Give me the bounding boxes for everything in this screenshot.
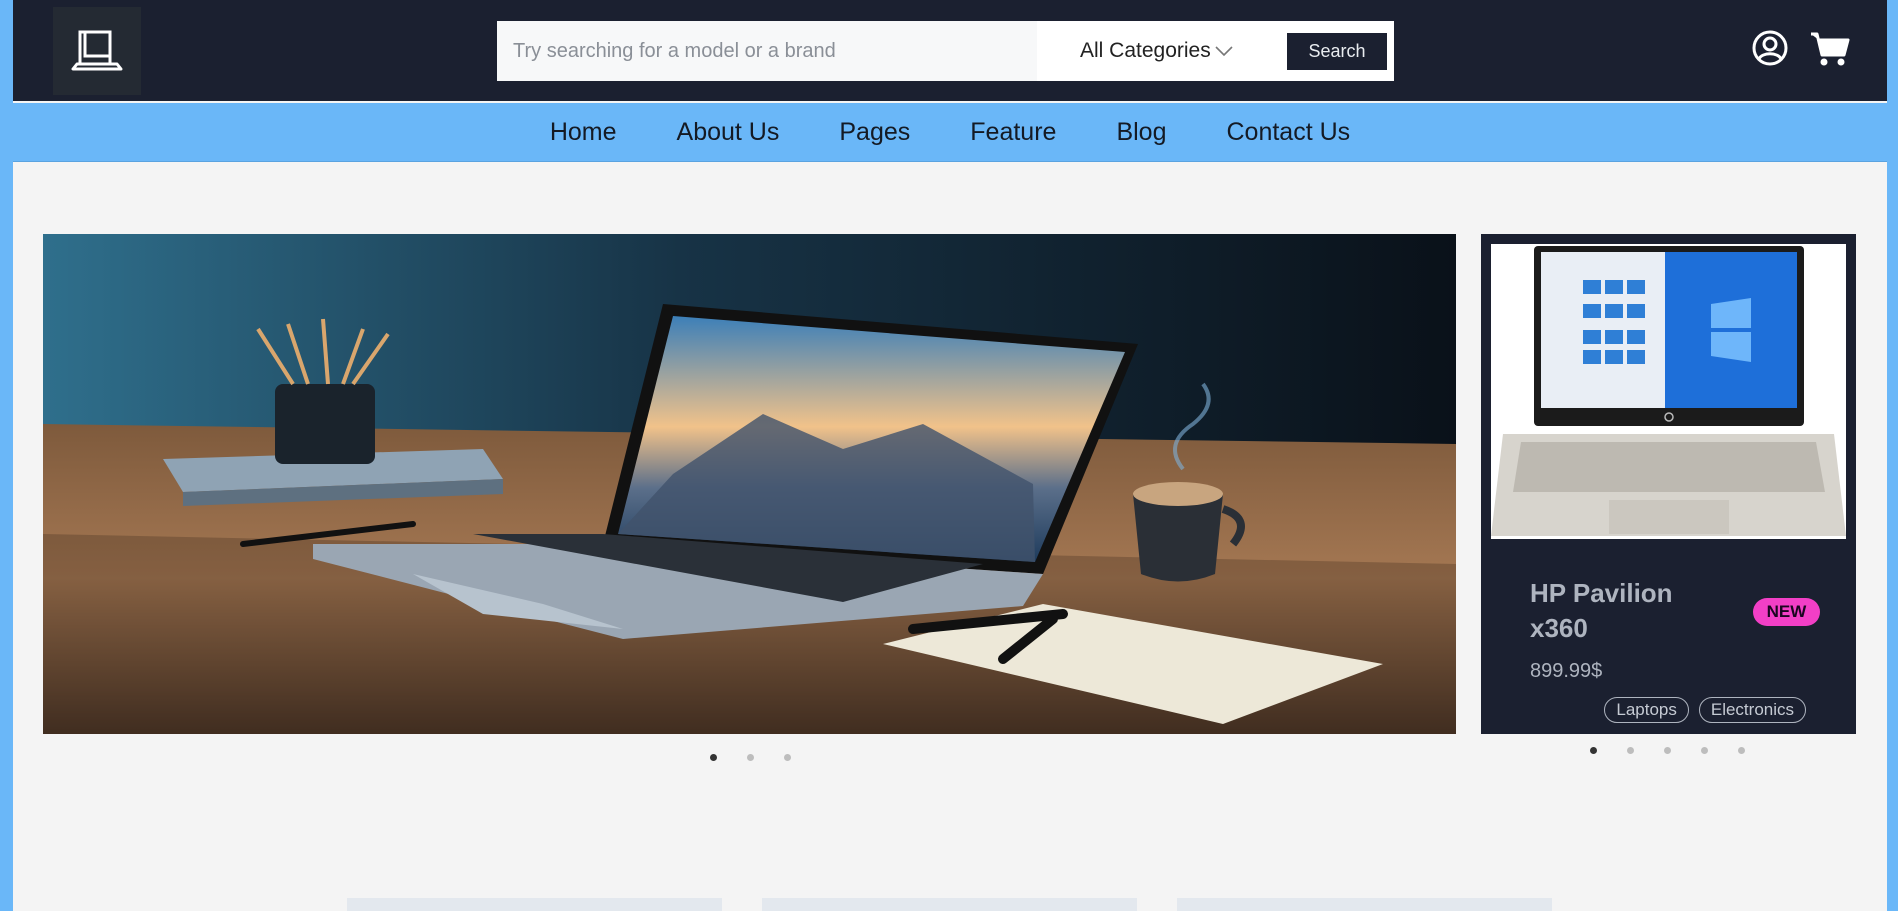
search-button[interactable]: Search xyxy=(1287,33,1387,70)
product-tags: Laptops Electronics xyxy=(1604,697,1806,723)
search-input[interactable] xyxy=(497,21,1037,81)
product-dot-4[interactable] xyxy=(1701,747,1708,754)
product-slider-dots xyxy=(1590,747,1745,754)
laptop-logo-icon xyxy=(71,30,123,71)
laptop-desk-illustration xyxy=(43,234,1456,734)
nav-contact-us[interactable]: Contact Us xyxy=(1226,118,1350,147)
feature-box-2 xyxy=(762,898,1137,911)
product-image[interactable] xyxy=(1491,244,1846,539)
account-button[interactable] xyxy=(1752,30,1788,71)
main-nav: Home About Us Pages Feature Blog Contact… xyxy=(13,103,1887,162)
product-dot-3[interactable] xyxy=(1664,747,1671,754)
hero-dot-1[interactable] xyxy=(710,754,717,761)
hero-banner-image[interactable] xyxy=(43,234,1456,734)
cart-icon xyxy=(1811,32,1850,66)
nav-blog[interactable]: Blog xyxy=(1116,118,1166,147)
hp-laptop-illustration xyxy=(1491,244,1846,539)
product-dot-1[interactable] xyxy=(1590,747,1597,754)
product-price: 899.99$ xyxy=(1530,660,1603,682)
chevron-down-icon xyxy=(1215,46,1233,57)
nav-home[interactable]: Home xyxy=(550,118,617,147)
nav-about-us[interactable]: About Us xyxy=(677,118,780,147)
product-dot-5[interactable] xyxy=(1738,747,1745,754)
page: All Categories Search Home About xyxy=(13,0,1887,911)
hero-slider-dots xyxy=(710,754,791,761)
category-select[interactable]: All Categories xyxy=(1080,21,1233,81)
feature-box-1 xyxy=(347,898,722,911)
tag-laptops[interactable]: Laptops xyxy=(1604,697,1689,723)
site-logo[interactable] xyxy=(53,7,141,95)
cart-button[interactable] xyxy=(1810,31,1850,72)
nav-pages[interactable]: Pages xyxy=(839,118,910,147)
header: All Categories Search xyxy=(13,0,1887,101)
user-icon xyxy=(1752,30,1788,66)
new-badge: NEW xyxy=(1753,598,1820,626)
category-select-label: All Categories xyxy=(1080,39,1211,62)
hero-dot-2[interactable] xyxy=(747,754,754,761)
product-dot-2[interactable] xyxy=(1627,747,1634,754)
tag-electronics[interactable]: Electronics xyxy=(1698,697,1806,723)
search-bar: All Categories Search xyxy=(497,21,1394,81)
hero-dot-3[interactable] xyxy=(784,754,791,761)
nav-feature[interactable]: Feature xyxy=(970,118,1056,147)
product-card[interactable]: HP Pavilion x360 NEW 899.99$ Laptops Ele… xyxy=(1481,234,1856,734)
product-title[interactable]: HP Pavilion x360 xyxy=(1530,576,1720,646)
feature-box-3 xyxy=(1177,898,1552,911)
